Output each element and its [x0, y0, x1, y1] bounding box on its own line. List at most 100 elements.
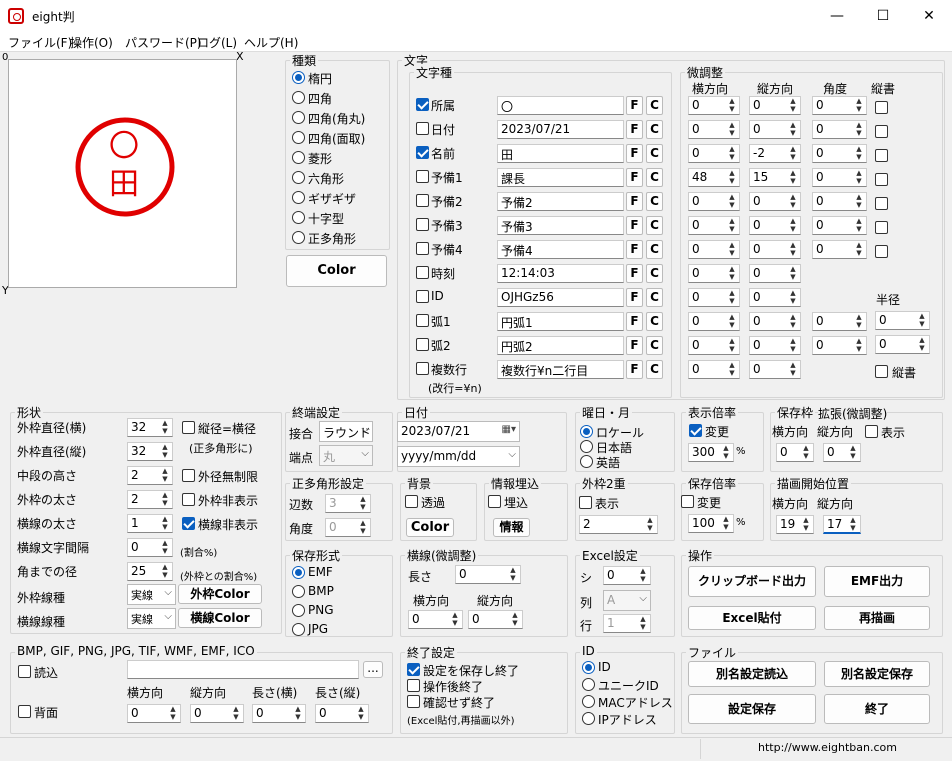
- color-button-0[interactable]: C: [646, 96, 663, 115]
- excel-paste-button[interactable]: Excel貼付: [688, 606, 816, 630]
- expand-show-checkbox[interactable]: [865, 425, 878, 438]
- fine-vertical-checkbox-4[interactable]: [875, 197, 888, 210]
- display-scale-checkbox[interactable]: [689, 424, 702, 437]
- excel-row-spinner[interactable]: 1 ▲ ▼: [603, 614, 651, 633]
- fine-v-spinner-8[interactable]: 0 ▲ ▼: [749, 288, 801, 307]
- expand-v-spinner[interactable]: 0 ▲ ▼: [823, 443, 861, 462]
- clipboard-output-button[interactable]: クリップボード出力: [688, 566, 816, 597]
- fine-v-spinner-7[interactable]: 0 ▲ ▼: [749, 264, 801, 283]
- text-row-checkbox-9[interactable]: [416, 314, 429, 327]
- emf-output-button[interactable]: EMF出力: [824, 566, 930, 597]
- cap-select[interactable]: 丸 ⌵: [319, 445, 373, 466]
- text-row-input-2[interactable]: 田: [497, 144, 624, 163]
- info-embed-checkbox[interactable]: [488, 495, 501, 508]
- outer2-spinner[interactable]: 2 ▲ ▼: [579, 515, 658, 534]
- color-button-3[interactable]: C: [646, 168, 663, 187]
- fine-h-spinner-0[interactable]: 0 ▲ ▼: [688, 96, 740, 115]
- fine-angle-spinner-3[interactable]: 0 ▲ ▼: [812, 168, 867, 187]
- fine-angle-spinner-9[interactable]: 0 ▲ ▼: [812, 312, 867, 331]
- font-button-5[interactable]: F: [626, 216, 643, 235]
- color-button-1[interactable]: C: [646, 120, 663, 139]
- fine-v-spinner-5[interactable]: 0 ▲ ▼: [749, 216, 801, 235]
- shape-radio-5[interactable]: [292, 171, 305, 184]
- menu-file[interactable]: ファイル(F): [8, 34, 72, 51]
- fine-h-spinner-3[interactable]: 48 ▲ ▼: [688, 168, 740, 187]
- format-radio-2[interactable]: [292, 604, 305, 617]
- fine-h-spinner-4[interactable]: 0 ▲ ▼: [688, 192, 740, 211]
- fine-v-spinner-9[interactable]: 0 ▲ ▼: [749, 312, 801, 331]
- font-button-7[interactable]: F: [626, 264, 643, 283]
- quit-button[interactable]: 終了: [824, 694, 930, 724]
- fine-angle-spinner-1[interactable]: 0 ▲ ▼: [812, 120, 867, 139]
- weekday-radio-2[interactable]: [580, 455, 593, 468]
- save-frame-h-spinner[interactable]: 0 ▲ ▼: [776, 443, 814, 462]
- exit-no-confirm-checkbox[interactable]: [407, 695, 420, 708]
- polygon-angle-spinner[interactable]: 0 ▲ ▼: [325, 518, 371, 537]
- info-button[interactable]: 情報: [493, 518, 530, 537]
- fine-vertical-checkbox-6[interactable]: [875, 245, 888, 258]
- text-row-input-5[interactable]: 予備3: [497, 216, 624, 235]
- fine-angle-spinner-0[interactable]: 0 ▲ ▼: [812, 96, 867, 115]
- image-bg-checkbox[interactable]: [18, 705, 31, 718]
- hide-hline-checkbox[interactable]: [182, 517, 195, 530]
- font-button-0[interactable]: F: [626, 96, 643, 115]
- redraw-button[interactable]: 再描画: [824, 606, 930, 630]
- text-row-checkbox-2[interactable]: [416, 146, 429, 159]
- save-scale-checkbox[interactable]: [681, 495, 694, 508]
- fine-h-spinner-1[interactable]: 0 ▲ ▼: [688, 120, 740, 139]
- text-row-checkbox-7[interactable]: [416, 266, 429, 279]
- fine-v-spinner-3[interactable]: 15 ▲ ▼: [749, 168, 801, 187]
- join-select[interactable]: ラウンド ⌵: [319, 421, 373, 442]
- shape-radio-2[interactable]: [292, 111, 305, 124]
- color-button-6[interactable]: C: [646, 240, 663, 259]
- form-row-spinner-1[interactable]: 32 ▲ ▼: [127, 442, 173, 461]
- outer-color-button[interactable]: 外枠Color: [178, 584, 262, 604]
- outer2-show-checkbox[interactable]: [579, 496, 592, 509]
- text-row-checkbox-11[interactable]: [416, 362, 429, 375]
- hline-v-spinner[interactable]: 0 ▲ ▼: [468, 610, 523, 629]
- menu-help[interactable]: ヘルプ(H): [244, 34, 298, 51]
- font-button-4[interactable]: F: [626, 192, 643, 211]
- text-row-input-10[interactable]: 円弧2: [497, 336, 624, 355]
- form-row-spinner-4[interactable]: 1 ▲ ▼: [127, 514, 173, 533]
- shape-radio-0[interactable]: [292, 71, 305, 84]
- fine-angle-spinner-4[interactable]: 0 ▲ ▼: [812, 192, 867, 211]
- font-button-11[interactable]: F: [626, 360, 643, 379]
- shape-color-button[interactable]: Color: [286, 255, 387, 287]
- weekday-radio-0[interactable]: [580, 425, 593, 438]
- text-row-input-7[interactable]: 12:14:03: [497, 264, 624, 283]
- text-row-input-11[interactable]: 複数行¥n二行目: [497, 360, 624, 379]
- text-row-checkbox-4[interactable]: [416, 194, 429, 207]
- color-button-11[interactable]: C: [646, 360, 663, 379]
- image-browse-button[interactable]: ...: [363, 661, 383, 678]
- radius-vertical-checkbox[interactable]: [875, 365, 888, 378]
- weekday-radio-1[interactable]: [580, 440, 593, 453]
- font-button-1[interactable]: F: [626, 120, 643, 139]
- stamp-preview[interactable]: 〇 田: [8, 59, 237, 288]
- fine-v-spinner-0[interactable]: 0 ▲ ▼: [749, 96, 801, 115]
- id-radio-0[interactable]: [582, 661, 595, 674]
- fine-h-spinner-11[interactable]: 0 ▲ ▼: [688, 360, 740, 379]
- color-button-4[interactable]: C: [646, 192, 663, 211]
- text-row-input-6[interactable]: 予備4: [497, 240, 624, 259]
- fine-v-spinner-1[interactable]: 0 ▲ ▼: [749, 120, 801, 139]
- shape-radio-3[interactable]: [292, 131, 305, 144]
- color-button-7[interactable]: C: [646, 264, 663, 283]
- form-row-spinner-6[interactable]: 25 ▲ ▼: [127, 562, 173, 581]
- color-button-8[interactable]: C: [646, 288, 663, 307]
- fine-h-spinner-8[interactable]: 0 ▲ ▼: [688, 288, 740, 307]
- fine-vertical-checkbox-3[interactable]: [875, 173, 888, 186]
- fine-v-spinner-10[interactable]: 0 ▲ ▼: [749, 336, 801, 355]
- radius-spinner-2[interactable]: 0 ▲ ▼: [875, 335, 930, 354]
- fine-h-spinner-2[interactable]: 0 ▲ ▼: [688, 144, 740, 163]
- form-row-spinner-5[interactable]: 0 ▲ ▼: [127, 538, 173, 557]
- unlimited-outer-checkbox[interactable]: [182, 469, 195, 482]
- draw-start-v-spinner[interactable]: 17 ▲ ▼: [823, 515, 861, 534]
- form-row-spinner-2[interactable]: 2 ▲ ▼: [127, 466, 173, 485]
- fine-v-spinner-4[interactable]: 0 ▲ ▼: [749, 192, 801, 211]
- text-row-input-3[interactable]: 課長: [497, 168, 624, 187]
- fine-v-spinner-11[interactable]: 0 ▲ ▼: [749, 360, 801, 379]
- menu-log[interactable]: ログ(L): [197, 34, 237, 51]
- fine-v-spinner-2[interactable]: -2 ▲ ▼: [749, 144, 801, 163]
- minimize-button[interactable]: —: [814, 0, 860, 32]
